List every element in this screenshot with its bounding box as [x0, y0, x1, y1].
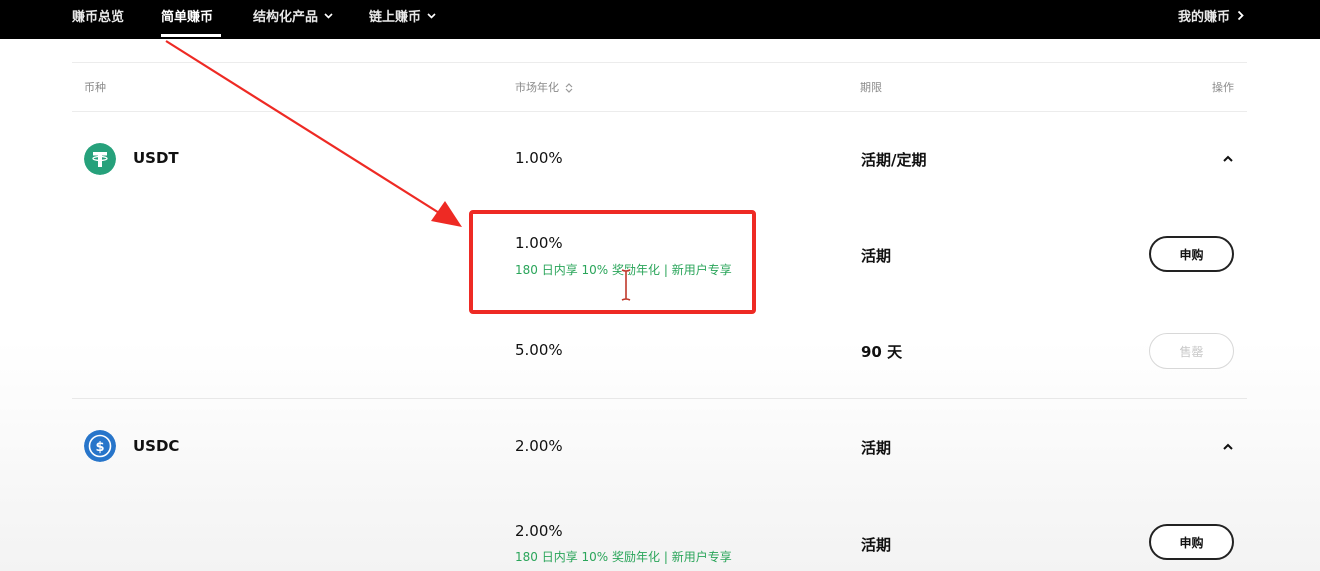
text-cursor-icon	[621, 268, 631, 302]
annotation-highlight-box	[469, 210, 756, 314]
